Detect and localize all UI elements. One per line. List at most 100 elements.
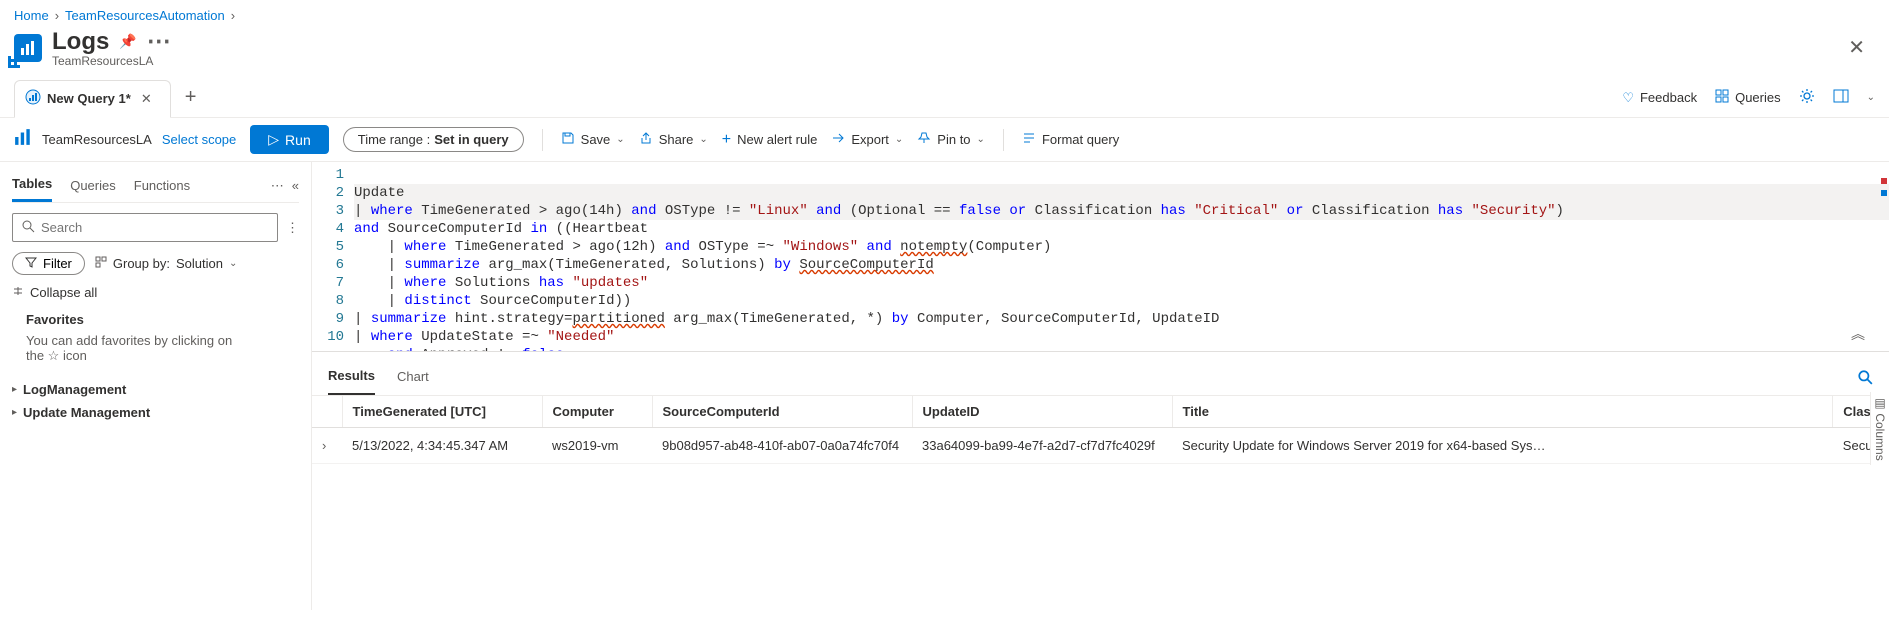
collapse-panel-icon[interactable]: « (292, 178, 299, 194)
filter-button[interactable]: Filter (12, 252, 85, 275)
tree-updatemanagement[interactable]: ▸ Update Management (12, 401, 299, 424)
tab-queries[interactable]: Queries (70, 172, 116, 201)
feedback-label: Feedback (1640, 90, 1697, 105)
save-icon (561, 131, 575, 148)
format-label: Format query (1042, 132, 1119, 147)
toolbar: TeamResourcesLA Select scope ▷ Run Time … (0, 118, 1889, 162)
separator (542, 129, 543, 151)
feedback-button[interactable]: ♡ Feedback (1622, 90, 1697, 106)
search-input[interactable] (41, 220, 269, 235)
left-panel: Tables Queries Functions ⋯ « ⋮ Fil (0, 162, 312, 610)
columns-icon: ▤ (1873, 396, 1887, 410)
scope-name: TeamResourcesLA (42, 132, 152, 147)
query-tab[interactable]: New Query 1* ✕ (14, 80, 171, 118)
filter-label: Filter (43, 256, 72, 271)
tab-tables[interactable]: Tables (12, 170, 52, 202)
query-tabs-bar: New Query 1* ✕ + ♡ Feedback Queries ⌄ (0, 78, 1889, 118)
breadcrumb-home[interactable]: Home (14, 8, 49, 23)
page-title: Logs (52, 28, 109, 56)
collapse-icon (12, 285, 24, 300)
queries-button[interactable]: Queries (1715, 89, 1781, 106)
more-icon[interactable]: ⋯ (271, 178, 284, 194)
select-scope-link[interactable]: Select scope (162, 132, 236, 147)
pin-icon (917, 131, 931, 148)
tree-label: LogManagement (23, 382, 126, 397)
tab-functions[interactable]: Functions (134, 172, 190, 201)
queries-icon (1715, 89, 1729, 106)
heart-icon: ♡ (1622, 90, 1634, 106)
tree-logmanagement[interactable]: ▸ LogManagement (12, 378, 299, 401)
search-input-wrapper (12, 213, 278, 242)
export-icon (831, 131, 845, 148)
panel-icon[interactable] (1833, 88, 1849, 107)
chevron-right-icon: › (231, 8, 235, 23)
breadcrumb-resource[interactable]: TeamResourcesAutomation (65, 8, 225, 23)
run-button[interactable]: ▷ Run (250, 125, 328, 154)
share-label: Share (659, 132, 694, 147)
collapse-all-button[interactable]: Collapse all (12, 285, 299, 300)
caret-icon: ▸ (12, 407, 17, 418)
table-row[interactable]: › 5/13/2022, 4:34:45.347 AM ws2019-vm 9b… (312, 428, 1889, 464)
kebab-icon[interactable]: ⋮ (286, 220, 299, 236)
pin-icon[interactable]: 📌 (119, 33, 136, 50)
caret-icon: ▸ (12, 384, 17, 395)
save-label: Save (581, 132, 611, 147)
gear-icon[interactable] (1799, 88, 1815, 107)
chevron-down-icon: ⌄ (229, 258, 237, 269)
search-icon (21, 219, 35, 236)
group-by-selector[interactable]: Group by: Solution ⌄ (95, 256, 237, 271)
query-editor[interactable]: 12 345 678 910 Update | where TimeGenera… (312, 162, 1889, 352)
export-button[interactable]: Export ⌄ (831, 131, 903, 148)
columns-label: Columns (1873, 413, 1887, 460)
play-icon: ▷ (268, 131, 279, 148)
export-label: Export (851, 132, 889, 147)
tab-chart[interactable]: Chart (397, 363, 429, 394)
cell-time: 5/13/2022, 4:34:45.347 AM (342, 428, 542, 464)
pin-to-button[interactable]: Pin to ⌄ (917, 131, 985, 148)
col-timegenerated[interactable]: TimeGenerated [UTC] (342, 396, 542, 428)
chevron-down-icon: ⌄ (616, 134, 624, 145)
separator (1003, 129, 1004, 151)
col-computer[interactable]: Computer (542, 396, 652, 428)
line-gutter: 12 345 678 910 (312, 166, 354, 343)
share-icon (639, 131, 653, 148)
add-tab-button[interactable]: + (179, 86, 203, 109)
time-range-value: Set in query (434, 132, 508, 147)
group-by-value: Solution (176, 256, 223, 271)
query-tab-icon (25, 89, 41, 108)
chevron-right-icon: › (55, 8, 59, 23)
chevron-down-icon: ⌄ (895, 134, 903, 145)
more-icon[interactable]: ⋯ (147, 27, 171, 56)
pin-label: Pin to (937, 132, 970, 147)
col-sourcecomputerid[interactable]: SourceComputerId (652, 396, 912, 428)
cell-source: 9b08d957-ab48-410f-ab07-0a0a74fc70f4 (652, 428, 912, 464)
time-range-label: Time range : (358, 132, 431, 147)
tab-results[interactable]: Results (328, 362, 375, 395)
chevron-down-icon: ⌄ (699, 134, 707, 145)
cell-title: Security Update for Windows Server 2019 … (1172, 428, 1833, 464)
chevron-down-icon[interactable]: ⌄ (1867, 92, 1875, 103)
code-content[interactable]: Update | where TimeGenerated > ago(14h) … (354, 166, 1889, 343)
close-icon[interactable]: ✕ (1838, 31, 1875, 64)
group-by-label: Group by: (113, 256, 170, 271)
expand-editor-icon[interactable]: ︽ (1851, 327, 1865, 345)
time-range-selector[interactable]: Time range : Set in query (343, 127, 524, 152)
format-query-button[interactable]: Format query (1022, 131, 1119, 148)
share-button[interactable]: Share ⌄ (639, 131, 708, 148)
close-tab-icon[interactable]: ✕ (141, 91, 152, 107)
save-button[interactable]: Save ⌄ (561, 131, 625, 148)
chevron-down-icon: ⌄ (977, 134, 985, 145)
results-table-wrapper: TimeGenerated [UTC] Computer SourceCompu… (312, 396, 1889, 464)
expand-row-icon[interactable]: › (312, 428, 342, 464)
col-updateid[interactable]: UpdateID (912, 396, 1172, 428)
cell-computer: ws2019-vm (542, 428, 652, 464)
new-alert-button[interactable]: + New alert rule (722, 131, 818, 149)
tree-label: Update Management (23, 405, 150, 420)
format-icon (1022, 131, 1036, 148)
search-results-icon[interactable] (1857, 369, 1873, 388)
filter-icon (25, 256, 37, 271)
columns-toggle[interactable]: ▤ Columns (1870, 392, 1889, 465)
col-title[interactable]: Title (1172, 396, 1833, 428)
queries-label: Queries (1735, 90, 1781, 105)
table-header-row: TimeGenerated [UTC] Computer SourceCompu… (312, 396, 1889, 428)
